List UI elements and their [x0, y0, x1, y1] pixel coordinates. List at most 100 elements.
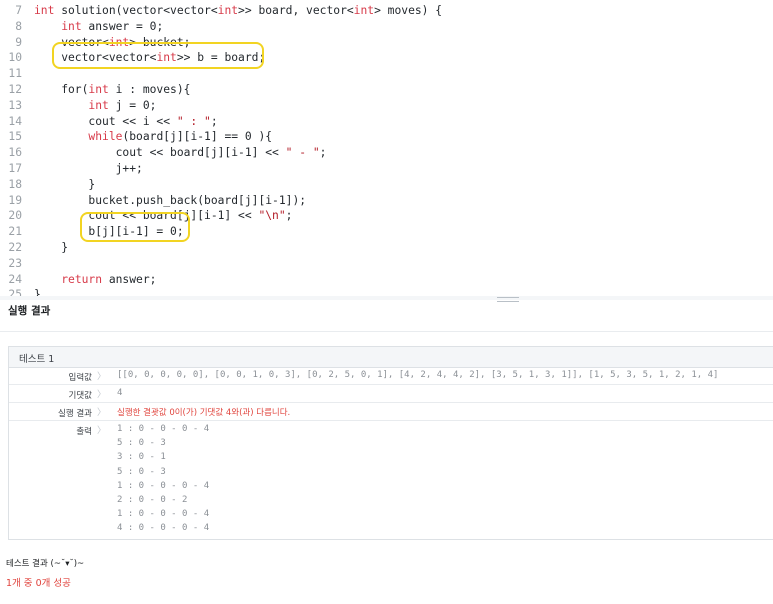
code-line[interactable]: 17 j++; — [0, 161, 773, 177]
code-line[interactable]: 11 — [0, 66, 773, 82]
code-token: int — [88, 83, 109, 96]
code-token: cout << board[j][i-1] << — [34, 209, 259, 223]
panel-splitter[interactable] — [0, 296, 773, 300]
line-number: 12 — [8, 83, 22, 96]
line-number: 8 — [15, 19, 22, 33]
code-line[interactable]: 23 — [0, 256, 773, 272]
code-token: answer = 0; — [81, 19, 164, 33]
code-token: ; — [319, 146, 327, 160]
code-token: > bucket; — [129, 35, 191, 49]
code-token: j++; — [34, 162, 143, 175]
code-token: >> b = board; — [176, 51, 266, 65]
line-number: 15 — [8, 130, 22, 144]
test-case-name: 테스트 1 — [19, 354, 55, 365]
code-token: while — [88, 130, 123, 144]
code-token: } — [34, 177, 96, 191]
output-row: 출력 〉 1 : 0 - 0 - 0 - 4 5 : 0 - 3 3 : 0 - 1… — [9, 421, 773, 539]
line-number: 11 — [8, 67, 22, 81]
code-token: b[j][i-1] = 0; — [34, 225, 184, 239]
splitter-grip-icon[interactable] — [497, 297, 519, 302]
code-line[interactable]: 12 for(int i : moves){ — [0, 82, 773, 98]
summary-title: 테스트 결과 (~˘▾˘)~ — [6, 559, 85, 569]
input-label: 입력값 — [68, 373, 92, 383]
code-token: for( — [34, 83, 89, 96]
line-number: 14 — [8, 114, 22, 128]
code-token: "\n" — [258, 209, 286, 223]
result-title: 실행 결과 — [8, 305, 51, 317]
code-token: int — [156, 51, 177, 65]
code-line[interactable]: 20 cout << board[j][i-1] << "\n"; — [0, 208, 773, 224]
line-number: 19 — [8, 193, 22, 207]
input-value: [[0, 0, 0, 0, 0], [0, 0, 1, 0, 3], [0, 2… — [117, 370, 719, 380]
code-token: i : moves){ — [108, 83, 191, 96]
chevron-right-icon: 〉 — [97, 372, 107, 382]
code-token: cout << board[j][i-1] << — [34, 146, 286, 160]
divider — [0, 331, 773, 332]
code-token: " : " — [176, 114, 211, 128]
output-line: 1 : 0 - 0 - 0 - 4 — [117, 480, 210, 491]
code-token: int — [34, 4, 55, 17]
line-number: 10 — [8, 51, 22, 65]
result-row: 실행 결과 〉 실행한 결괏값 0이(가) 기댓값 4와(과) 다릅니다. — [9, 403, 773, 421]
code-token: vector< — [34, 35, 109, 49]
code-token: int — [88, 98, 109, 112]
line-number: 18 — [8, 177, 22, 191]
line-number: 7 — [15, 4, 22, 17]
input-row: 입력값 〉 [[0, 0, 0, 0, 0], [0, 0, 1, 0, 3],… — [9, 367, 773, 385]
code-token: vector<vector< — [34, 51, 157, 65]
code-token: int — [61, 19, 82, 33]
output-line: 4 : 0 - 0 - 0 - 4 — [117, 523, 210, 534]
output-line: 5 : 0 - 3 — [117, 466, 166, 477]
line-number: 13 — [8, 98, 22, 112]
line-number: 24 — [8, 272, 22, 286]
line-number: 22 — [8, 241, 22, 254]
output-line: 2 : 0 - 0 - 2 — [117, 495, 188, 505]
code-token: bucket.push_back(board[j][i-1]); — [34, 193, 307, 207]
chevron-right-icon: 〉 — [97, 426, 107, 436]
code-token: return — [61, 272, 103, 286]
code-line[interactable]: 10 vector<vector<int>> b = board; — [0, 50, 773, 66]
code-editor[interactable]: 7 int solution(vector<vector<int>> board,… — [0, 0, 773, 301]
code-line[interactable]: 14 cout << i << " : "; — [0, 114, 773, 130]
result-label: 실행 결과 — [58, 409, 92, 419]
code-line[interactable]: 19 bucket.push_back(board[j][i-1]); — [0, 193, 773, 209]
code-token: ; — [210, 114, 218, 128]
code-token: solution(vector<vector< — [54, 4, 218, 17]
code-token: >> board, vector< — [238, 4, 354, 17]
code-token: int — [217, 4, 239, 17]
code-token: } — [34, 241, 69, 254]
output-line: 1 : 0 - 0 - 0 - 4 — [117, 509, 210, 520]
code-line[interactable]: 15 while(board[j][i-1] == 0 ){ — [0, 129, 773, 145]
code-line[interactable]: 13 int j = 0; — [0, 98, 773, 114]
code-line[interactable]: 16 cout << board[j][i-1] << " - "; — [0, 145, 773, 161]
result-value: 실행한 결괏값 0이(가) 기댓값 4와(과) 다릅니다. — [117, 408, 291, 418]
line-number: 21 — [8, 225, 22, 239]
code-token: ; — [285, 209, 293, 223]
output-line: 1 : 0 - 0 - 0 - 4 — [117, 424, 210, 434]
code-line[interactable]: 9 vector<int> bucket; — [0, 35, 773, 51]
chevron-right-icon: 〉 — [97, 390, 107, 400]
code-token: answer; — [102, 272, 157, 286]
expected-row: 기댓값 〉 4 — [9, 385, 773, 403]
code-line[interactable]: 24 return answer; — [0, 272, 773, 288]
code-line[interactable]: 18 } — [0, 177, 773, 193]
code-token: > moves) { — [374, 4, 443, 17]
expected-value: 4 — [117, 388, 123, 398]
output-line: 3 : 0 - 1 — [117, 452, 166, 463]
code-token: cout << i << — [34, 114, 177, 128]
code-token: (board[j][i-1] == 0 ){ — [122, 130, 273, 144]
line-number: 20 — [8, 209, 22, 223]
code-line[interactable]: 8 int answer = 0; — [0, 19, 773, 35]
code-line[interactable]: 22 } — [0, 240, 773, 256]
code-line[interactable]: 7 int solution(vector<vector<int>> board,… — [0, 3, 773, 19]
code-line[interactable]: 21 b[j][i-1] = 0; — [0, 224, 773, 240]
output-line: 5 : 0 - 3 — [117, 438, 166, 449]
code-token: int — [108, 35, 130, 49]
code-token: j = 0; — [108, 98, 157, 112]
output-label: 출력 — [76, 427, 92, 437]
summary-text: 1개 중 0개 성공 — [6, 578, 71, 589]
